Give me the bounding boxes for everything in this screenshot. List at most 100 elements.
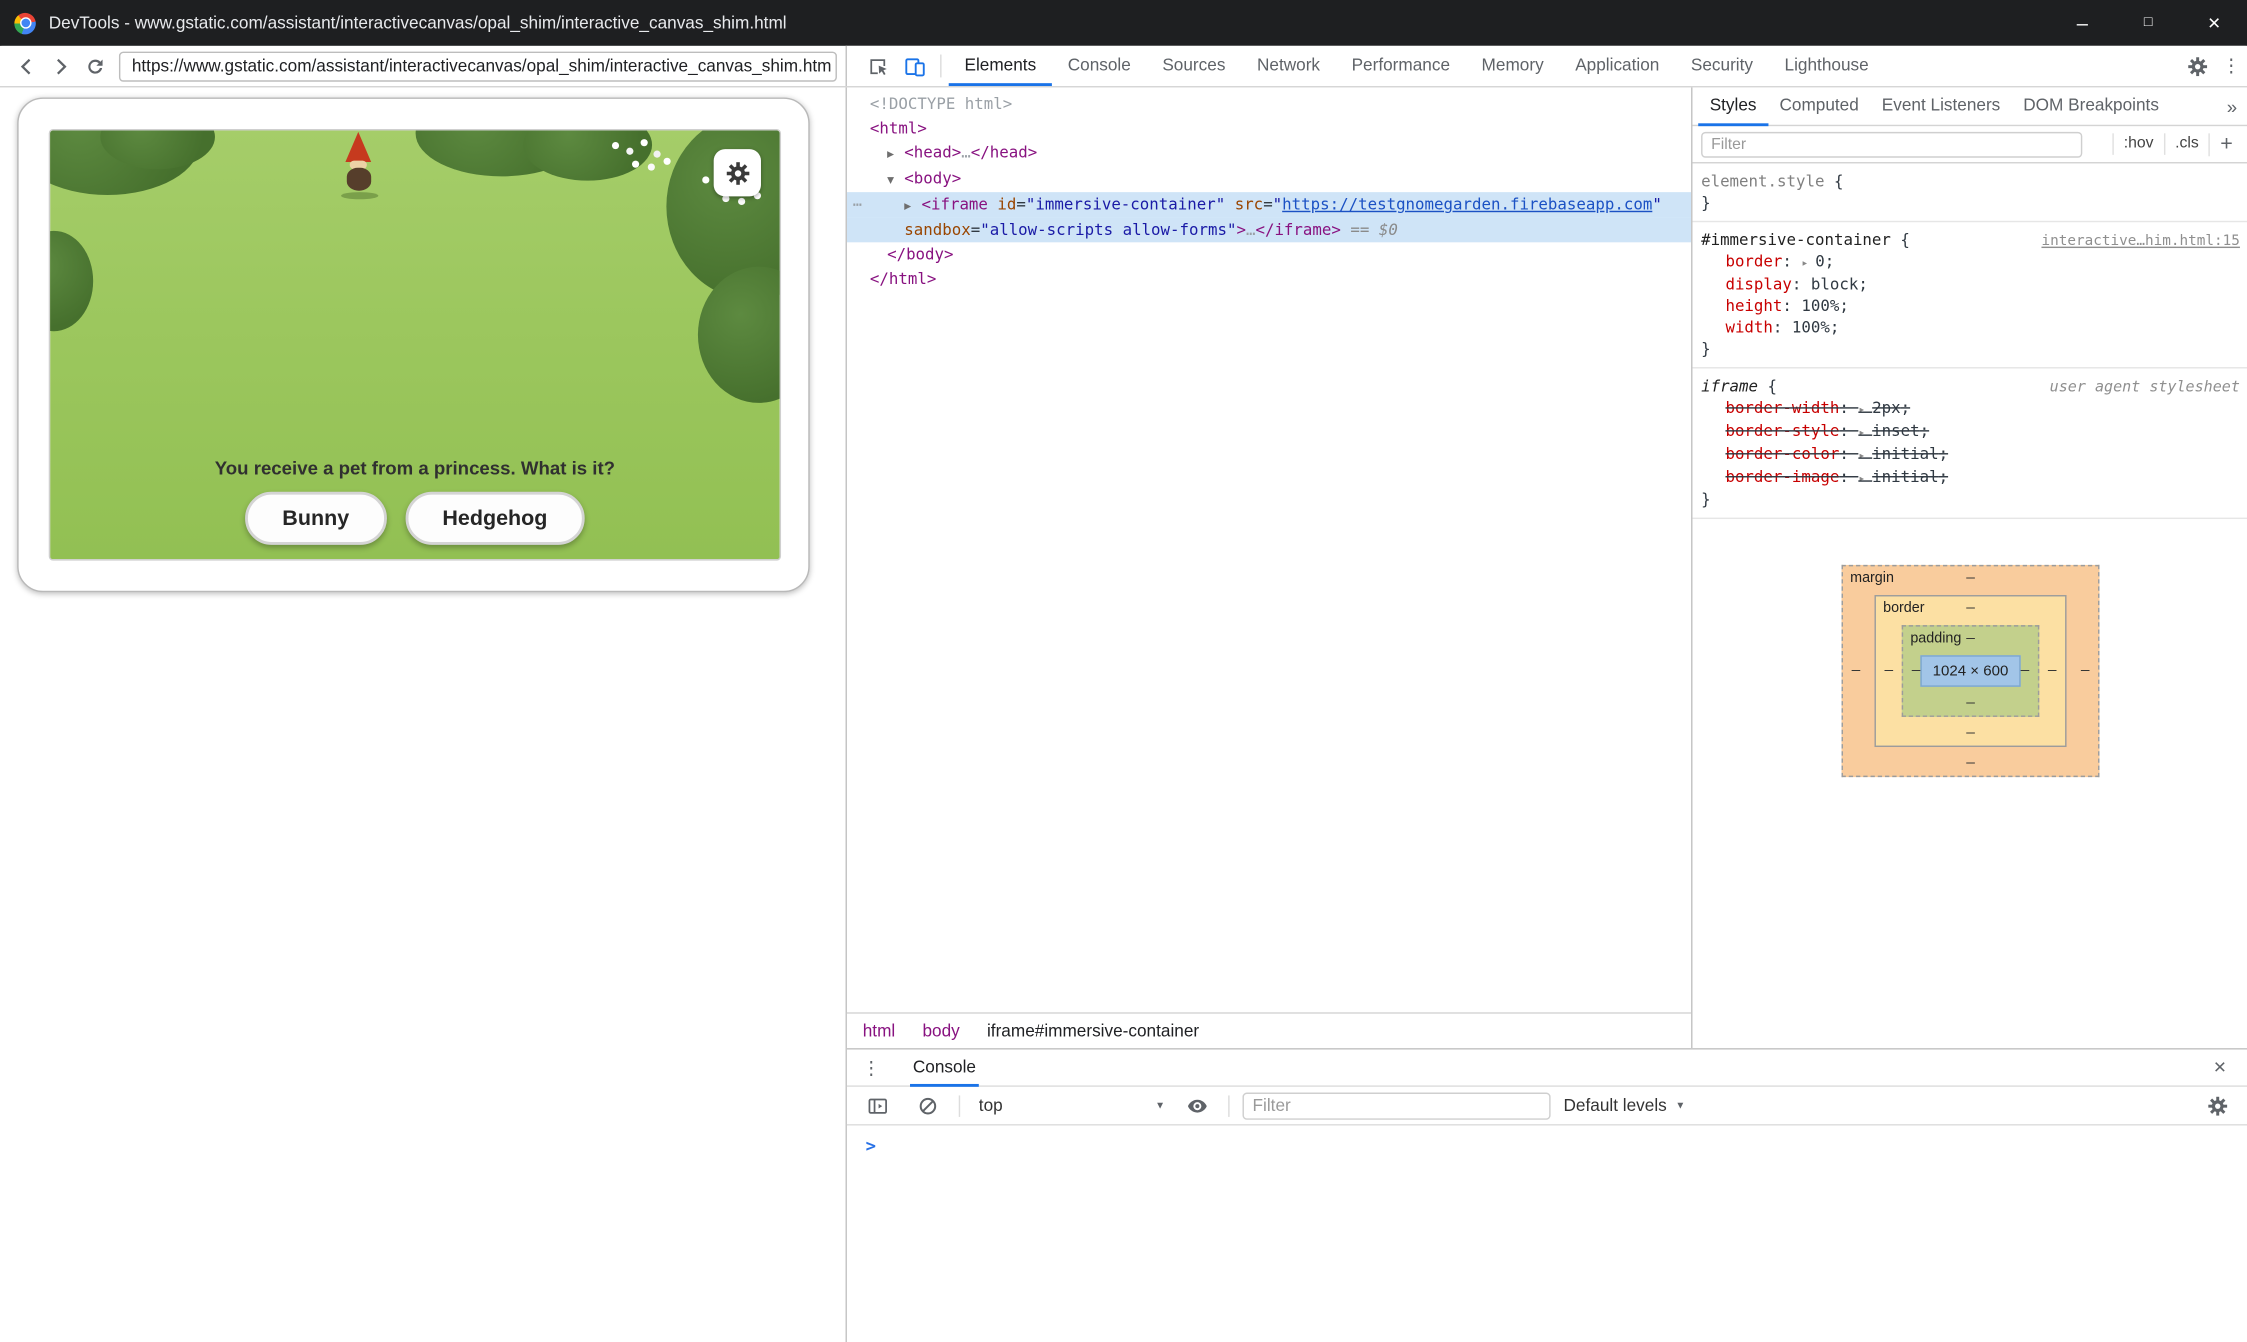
- css-property[interactable]: border-image: ▸ initial;: [1701, 466, 2240, 489]
- back-icon: [15, 55, 36, 77]
- breadcrumb-item[interactable]: iframe#immersive-container: [987, 1021, 1199, 1041]
- tab-application[interactable]: Application: [1559, 46, 1675, 86]
- styles-tab-computed[interactable]: Computed: [1768, 87, 1870, 126]
- box-model-padding-label: padding: [1910, 631, 1961, 647]
- devtools-settings-button[interactable]: [2178, 49, 2215, 83]
- styles-tab-event-listeners[interactable]: Event Listeners: [1870, 87, 2011, 126]
- dom-tree-row[interactable]: <!DOCTYPE html>: [847, 92, 1691, 116]
- gnome-figure: [341, 132, 375, 199]
- drawer-header: ⋮ Console ×: [847, 1050, 2247, 1087]
- tab-elements[interactable]: Elements: [949, 46, 1052, 86]
- styles-tab-dom-breakpoints[interactable]: DOM Breakpoints: [2012, 87, 2171, 126]
- inspect-element-button[interactable]: [858, 49, 895, 83]
- execution-context-value: top: [979, 1095, 1003, 1115]
- more-tabs-button[interactable]: »: [2215, 96, 2247, 118]
- css-property[interactable]: border-width: ▸ 2px;: [1701, 397, 2240, 420]
- css-selector[interactable]: #immersive-container: [1701, 231, 1891, 250]
- gnome-shadow: [341, 192, 378, 199]
- tab-console[interactable]: Console: [1052, 46, 1147, 86]
- devtools-menu-button[interactable]: ⋮: [2216, 54, 2247, 77]
- styles-filter-input[interactable]: [1701, 131, 2082, 157]
- execution-context-selector[interactable]: top ▼: [979, 1095, 1165, 1115]
- flowers: [702, 176, 709, 183]
- live-expression-button[interactable]: [1178, 1088, 1215, 1122]
- breadcrumb-item[interactable]: html: [863, 1021, 895, 1041]
- css-property[interactable]: width: 100%;: [1701, 317, 2240, 339]
- dom-tree-row[interactable]: ▶<head>…</head>: [847, 141, 1691, 167]
- console-sidebar-button[interactable]: [858, 1088, 895, 1122]
- border-top-value: –: [1966, 601, 1975, 617]
- css-rule: iframe {user agent stylesheetborder-widt…: [1692, 368, 2247, 519]
- reload-button[interactable]: [77, 49, 111, 83]
- clear-console-icon: [916, 1095, 937, 1117]
- device-toolbar-icon: [904, 55, 925, 77]
- answer-button-hedgehog[interactable]: Hedgehog: [405, 492, 585, 545]
- browser-toolbar: https://www.gstatic.com/assistant/intera…: [0, 46, 846, 86]
- console-filter-input[interactable]: [1242, 1092, 1550, 1119]
- breadcrumb: html body iframe#immersive-container: [847, 1012, 1691, 1048]
- forward-button[interactable]: [43, 49, 77, 83]
- box-model-border[interactable]: border – – – – padding – – – – 1024 × 60…: [1874, 595, 2066, 747]
- drawer-tab-console[interactable]: Console: [910, 1049, 979, 1086]
- dom-tree-row[interactable]: <html>: [847, 116, 1691, 140]
- dom-tree-row[interactable]: ▼<body>: [847, 166, 1691, 192]
- dom-tree-row[interactable]: </body>: [847, 242, 1691, 266]
- margin-top-value: –: [1966, 571, 1975, 587]
- answer-button-bunny[interactable]: Bunny: [245, 492, 386, 545]
- box-model-content[interactable]: 1024 × 600: [1920, 655, 2020, 687]
- tab-performance[interactable]: Performance: [1336, 46, 1466, 86]
- clear-console-button[interactable]: [909, 1088, 946, 1122]
- log-levels-selector[interactable]: Default levels ▼: [1564, 1095, 1686, 1115]
- toggle-element-state-button[interactable]: :hov: [2112, 133, 2163, 155]
- drawer-close-button[interactable]: ×: [2204, 1055, 2236, 1079]
- box-model: margin – – – – border – – – – padding –: [1692, 519, 2247, 777]
- css-rule: #immersive-container {interactive…him.ht…: [1692, 222, 2247, 368]
- dom-tree-row[interactable]: sandbox="allow-scripts allow-forms">…</i…: [847, 218, 1691, 242]
- address-bar[interactable]: https://www.gstatic.com/assistant/intera…: [119, 51, 837, 81]
- css-selector[interactable]: iframe: [1701, 377, 1758, 396]
- css-property[interactable]: border-color: ▸ initial;: [1701, 443, 2240, 466]
- tab-security[interactable]: Security: [1675, 46, 1769, 86]
- css-property[interactable]: border-style: ▸ inset;: [1701, 420, 2240, 443]
- minimize-button[interactable]: –: [2049, 0, 2115, 46]
- device-toolbar-button[interactable]: [896, 49, 933, 83]
- log-levels-value: Default levels: [1564, 1095, 1667, 1115]
- devtools-favicon-icon: [14, 12, 35, 34]
- game-question-text: You receive a pet from a princess. What …: [50, 457, 779, 479]
- styles-tab-styles[interactable]: Styles: [1698, 87, 1768, 126]
- breadcrumb-item[interactable]: body: [922, 1021, 959, 1041]
- maximize-button[interactable]: □: [2115, 0, 2181, 46]
- dom-tree-row[interactable]: ⋯▶<iframe id="immersive-container" src="…: [847, 192, 1691, 218]
- new-style-rule-button[interactable]: +: [2209, 133, 2240, 156]
- css-property[interactable]: display: block;: [1701, 274, 2240, 296]
- box-model-padding[interactable]: padding – – – – 1024 × 600: [1902, 625, 2040, 717]
- css-property[interactable]: border: ▸ 0;: [1701, 251, 2240, 274]
- gear-icon: [724, 160, 750, 186]
- game-settings-button[interactable]: [714, 149, 761, 196]
- dom-tree-row[interactable]: </html>: [847, 267, 1691, 291]
- close-button[interactable]: ×: [2181, 0, 2247, 46]
- chevron-down-icon: ▼: [1155, 1100, 1165, 1110]
- toolbar-row: https://www.gstatic.com/assistant/intera…: [0, 46, 2247, 88]
- dom-tree: <!DOCTYPE html><html>▶<head>…</head>▼<bo…: [847, 92, 1691, 291]
- gnome-body: [346, 168, 370, 191]
- answer-buttons: Bunny Hedgehog: [50, 492, 779, 545]
- console-settings-button[interactable]: [2198, 1088, 2235, 1122]
- tab-memory[interactable]: Memory: [1466, 46, 1560, 86]
- element-classes-button[interactable]: .cls: [2164, 133, 2209, 155]
- border-bottom-value: –: [1966, 726, 1975, 742]
- tab-network[interactable]: Network: [1241, 46, 1336, 86]
- window-title: DevTools - www.gstatic.com/assistant/int…: [49, 13, 787, 33]
- tab-lighthouse[interactable]: Lighthouse: [1769, 46, 1885, 86]
- css-rule-source[interactable]: interactive…him.html:15: [2041, 231, 2239, 253]
- chevron-down-icon: ▼: [1675, 1100, 1685, 1110]
- console-prompt[interactable]: >: [847, 1136, 2247, 1156]
- back-button[interactable]: [9, 49, 43, 83]
- box-model-margin[interactable]: margin – – – – border – – – – padding –: [1842, 565, 2100, 777]
- css-property[interactable]: height: 100%;: [1701, 295, 2240, 317]
- tab-sources[interactable]: Sources: [1147, 46, 1242, 86]
- box-model-border-label: border: [1883, 601, 1924, 617]
- window-controls: – □ ×: [2049, 0, 2247, 46]
- css-selector[interactable]: element.style: [1701, 172, 1824, 191]
- drawer-menu-button[interactable]: ⋮: [858, 1056, 884, 1079]
